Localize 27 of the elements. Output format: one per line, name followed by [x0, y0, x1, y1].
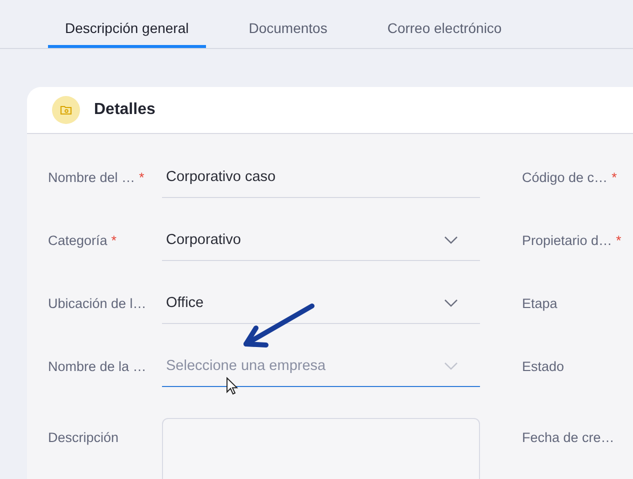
tab[interactable]: Descripción general — [48, 0, 206, 48]
field-label: Fecha de cre… — [522, 430, 614, 445]
field-label: Estado — [522, 359, 564, 374]
field-label: Nombre del … — [48, 170, 136, 185]
required-mark: * — [111, 233, 117, 248]
required-mark: * — [612, 170, 617, 185]
chevron-down-icon — [444, 299, 458, 307]
required-mark: * — [139, 170, 144, 185]
chevron-down-icon — [444, 236, 458, 244]
tab[interactable]: Documentos — [232, 0, 344, 48]
field-label: Nombre de la … — [48, 359, 146, 374]
field-label: Ubicación de l… — [48, 296, 146, 311]
chevron-down-icon — [444, 362, 458, 370]
field-label: Código de c… — [522, 170, 608, 185]
field-label: Descripción — [48, 430, 119, 445]
input-field[interactable]: Corporativo caso — [162, 158, 480, 198]
dropdown-field[interactable]: Corporativo — [162, 220, 480, 260]
folder-icon — [52, 96, 80, 124]
field-label: Propietario d… — [522, 233, 612, 248]
textarea-field[interactable] — [162, 418, 480, 479]
mouse-pointer-icon — [226, 377, 238, 395]
dropdown-field[interactable]: Office — [162, 284, 480, 324]
card-title: Detalles — [94, 101, 156, 119]
field-label: Categoría — [48, 233, 108, 248]
required-mark: * — [616, 233, 622, 248]
tab[interactable]: Correo electrónico — [370, 0, 519, 48]
field-label: Etapa — [522, 296, 558, 311]
